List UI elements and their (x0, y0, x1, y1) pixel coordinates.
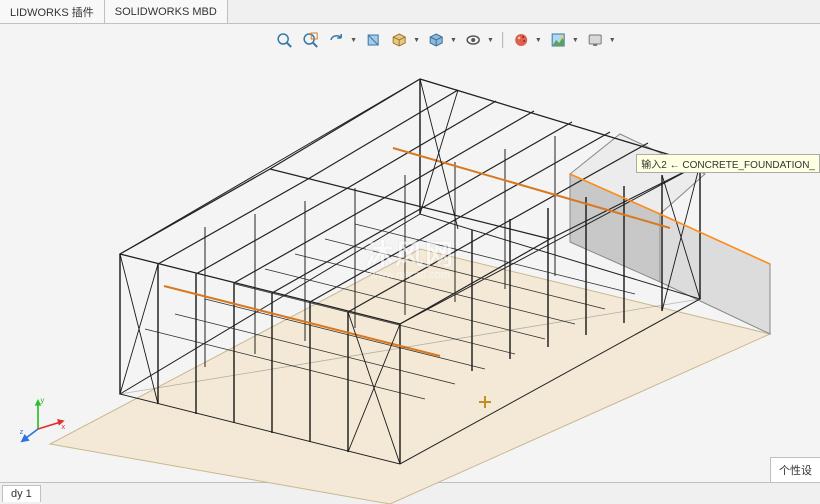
reference-triad[interactable]: y x z (18, 394, 68, 444)
task-pane-tab[interactable]: 个性设 (770, 457, 820, 482)
triad-z-label: z (20, 427, 24, 436)
graphics-viewport[interactable]: ▼ ▼ ▼ ▼ ▼ ▼ (0, 24, 820, 482)
selection-callout: 输入2 ← CONCRETE_FOUNDATION_ (636, 154, 820, 173)
triad-y-label: y (41, 395, 45, 404)
tab-mbd[interactable]: SOLIDWORKS MBD (105, 0, 228, 23)
task-pane-label: 个性设 (779, 465, 812, 477)
command-tab-bar: LIDWORKS 插件 SOLIDWORKS MBD (0, 0, 820, 24)
triad-x-label: x (61, 422, 65, 431)
selection-callout-text: 输入2 ← CONCRETE_FOUNDATION_ (641, 160, 815, 171)
tab-label: SOLIDWORKS MBD (115, 6, 217, 18)
tab-addins[interactable]: LIDWORKS 插件 (0, 0, 105, 23)
tab-label: LIDWORKS 插件 (10, 4, 94, 20)
model-canvas (0, 24, 820, 504)
